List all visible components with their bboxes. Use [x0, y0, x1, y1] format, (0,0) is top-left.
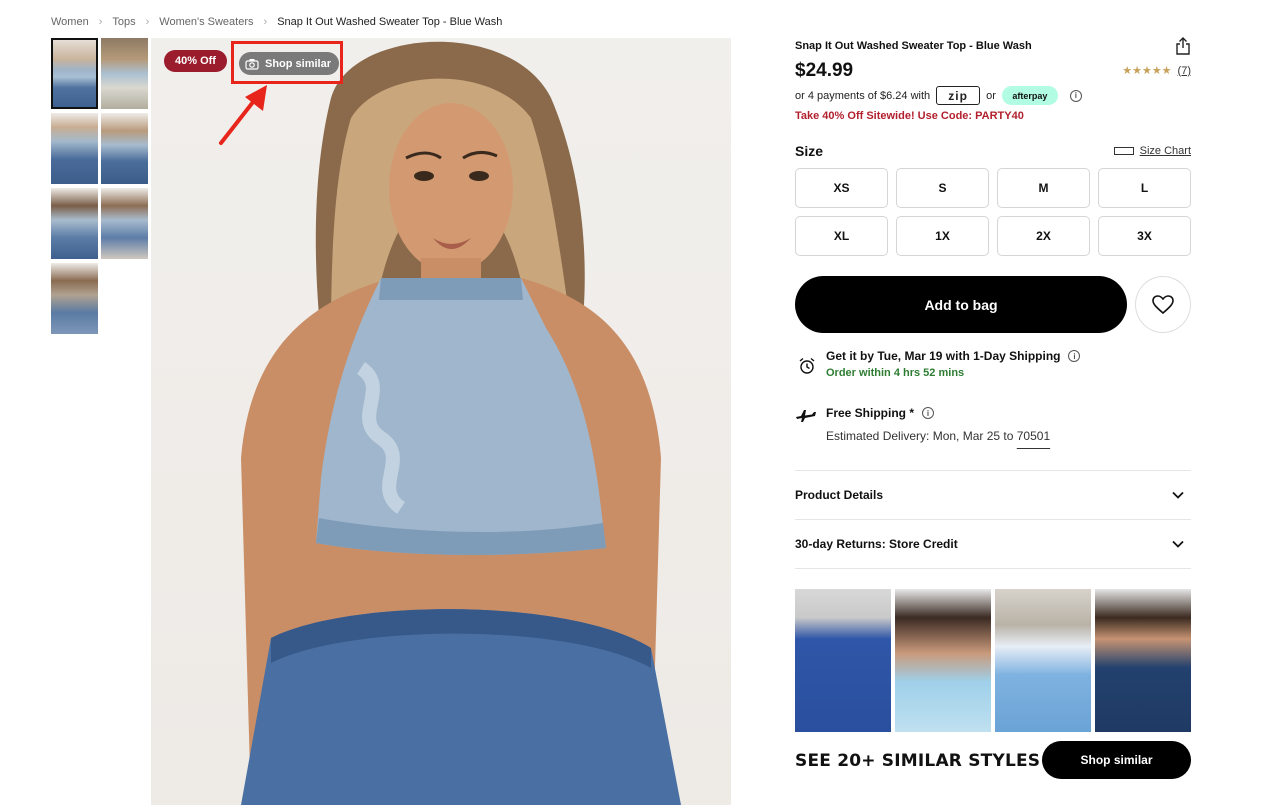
similar-item-3[interactable]: [995, 589, 1091, 732]
share-icon[interactable]: [1175, 37, 1191, 55]
promo-text: Take 40% Off Sitewide! Use Code: PARTY40: [795, 110, 1024, 122]
divider: [795, 568, 1191, 569]
ruler-icon: [1113, 147, 1134, 155]
chevron-down-icon: [1172, 540, 1184, 548]
breadcrumb-women[interactable]: Women: [51, 16, 89, 28]
free-shipping-label: Free Shipping *: [826, 406, 915, 420]
chevron-down-icon: [1172, 491, 1184, 499]
chevron-right-icon: ›: [263, 16, 268, 28]
thumbnail-7[interactable]: [51, 263, 98, 334]
heart-icon: [1152, 294, 1174, 314]
product-price: $24.99: [795, 60, 854, 81]
size-option-xs[interactable]: XS: [795, 168, 888, 208]
similar-styles-images: [795, 589, 1191, 732]
review-count-link[interactable]: (7): [1178, 65, 1191, 77]
breadcrumb-current: Snap It Out Washed Sweater Top - Blue Wa…: [277, 16, 503, 28]
product-title: Snap It Out Washed Sweater Top - Blue Wa…: [795, 40, 1032, 52]
size-option-s[interactable]: S: [896, 168, 989, 208]
breadcrumb-womens-sweaters[interactable]: Women's Sweaters: [159, 16, 253, 28]
breadcrumb: Women › Tops › Women's Sweaters › Snap I…: [51, 16, 502, 28]
info-icon[interactable]: i: [922, 407, 935, 419]
shop-similar-button[interactable]: Shop similar: [1042, 741, 1191, 779]
thumbnail-6[interactable]: [101, 188, 148, 259]
size-chart-link[interactable]: Size Chart: [1113, 145, 1191, 157]
shop-similar-pill-label: Shop similar: [265, 57, 332, 70]
chevron-right-icon: ›: [145, 16, 150, 28]
camera-icon: [245, 58, 259, 70]
payments-or: or: [986, 89, 996, 102]
breadcrumb-tops[interactable]: Tops: [112, 16, 135, 28]
main-product-image[interactable]: 40% Off Shop similar: [151, 38, 731, 805]
product-details-accordion[interactable]: Product Details: [795, 470, 1191, 519]
zipcode-link[interactable]: 70501: [1017, 429, 1050, 443]
shop-similar-pill-button[interactable]: Shop similar: [239, 52, 340, 75]
afterpay-logo[interactable]: afterpay: [1001, 86, 1058, 105]
thumbnail-2[interactable]: [101, 38, 148, 109]
similar-styles-cta: SEE 20+ SIMILAR STYLES Shop similar: [795, 741, 1191, 779]
chevron-right-icon: ›: [98, 16, 103, 28]
red-arrow-annotation: [219, 85, 267, 145]
estimated-delivery-text: Estimated Delivery: Mon, Mar 25 to: [826, 429, 1014, 443]
delivery-date-text: Get it by Tue, Mar 19 with 1-Day Shippin…: [826, 349, 1061, 363]
rating[interactable]: ★★★★★ (7): [1122, 64, 1191, 78]
thumbnail-1[interactable]: [51, 38, 98, 109]
info-icon[interactable]: i: [1068, 350, 1081, 362]
discount-badge: 40% Off: [164, 50, 227, 72]
airplane-icon: [796, 410, 816, 422]
size-option-1x[interactable]: 1X: [896, 216, 989, 256]
product-details-label: Product Details: [795, 488, 884, 502]
size-option-2x[interactable]: 2X: [997, 216, 1090, 256]
thumbnail-4[interactable]: [101, 113, 148, 184]
info-icon[interactable]: i: [1069, 89, 1082, 102]
similar-styles-title: SEE 20+ SIMILAR STYLES: [795, 751, 1041, 771]
size-option-m[interactable]: M: [997, 168, 1090, 208]
size-option-xl[interactable]: XL: [795, 216, 888, 256]
wishlist-button[interactable]: [1135, 276, 1191, 333]
alarm-clock-icon: [799, 357, 815, 374]
payments-text: or 4 payments of $6.24 with: [795, 89, 931, 102]
size-chart-label: Size Chart: [1139, 145, 1191, 157]
returns-label: 30-day Returns: Store Credit: [795, 537, 958, 551]
order-within-text: Order within 4 hrs 52 mins: [826, 367, 965, 379]
returns-accordion[interactable]: 30-day Returns: Store Credit: [795, 519, 1191, 568]
similar-item-1[interactable]: [795, 589, 891, 732]
highlight-box: Shop similar: [231, 41, 343, 84]
thumbnail-5[interactable]: [51, 188, 98, 259]
size-option-3x[interactable]: 3X: [1098, 216, 1191, 256]
zip-logo[interactable]: zip: [936, 86, 981, 105]
size-label: Size: [795, 143, 824, 159]
installment-payments: or 4 payments of $6.24 with zip or after…: [795, 86, 1082, 105]
similar-item-2[interactable]: [895, 589, 991, 732]
add-to-bag-button[interactable]: Add to bag: [795, 276, 1127, 333]
model-photo: [241, 41, 681, 805]
star-rating-icon: ★★★★★: [1122, 65, 1172, 77]
size-option-l[interactable]: L: [1098, 168, 1191, 208]
thumbnail-3[interactable]: [51, 113, 98, 184]
similar-item-4[interactable]: [1095, 589, 1191, 732]
